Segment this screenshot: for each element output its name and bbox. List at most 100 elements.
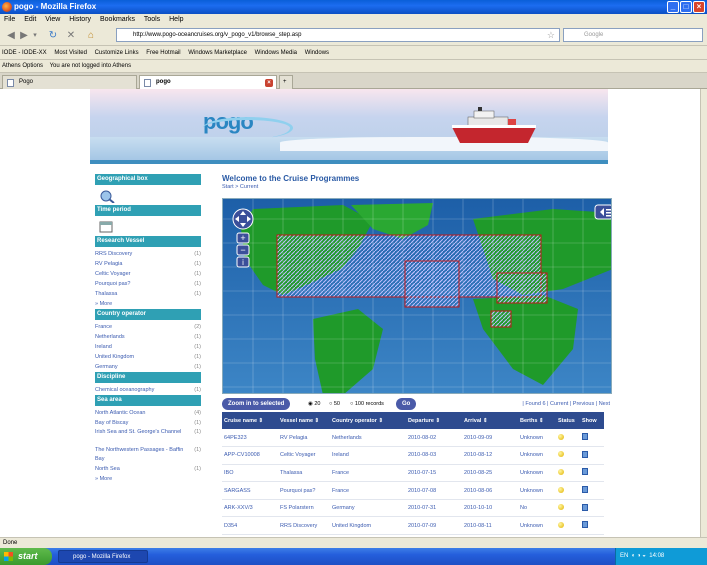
show-on-map-icon[interactable] bbox=[582, 486, 588, 494]
cell-cruise[interactable]: SARGASS bbox=[222, 481, 278, 500]
menu-tools[interactable]: Tools bbox=[144, 16, 160, 23]
sea-item[interactable]: North Atlantic Ocean (4) bbox=[95, 408, 201, 418]
bookmark-item[interactable]: Windows Marketplace bbox=[188, 50, 247, 56]
show-on-map-icon[interactable] bbox=[582, 450, 588, 458]
search-input[interactable]: Google bbox=[563, 28, 703, 42]
menu-bookmarks[interactable]: Bookmarks bbox=[100, 16, 135, 23]
show-on-map-icon[interactable] bbox=[582, 521, 588, 529]
col-berths[interactable]: Berths ⇕ bbox=[518, 412, 556, 429]
back-icon[interactable]: ◀ bbox=[4, 28, 18, 43]
vertical-scrollbar[interactable] bbox=[700, 89, 707, 537]
col-arrival[interactable]: Arrival ⇕ bbox=[462, 412, 518, 429]
go-button[interactable]: Go bbox=[396, 398, 417, 410]
country-count: (2) bbox=[194, 324, 201, 330]
cell-cruise[interactable]: IBO bbox=[222, 464, 278, 483]
home-icon[interactable]: ⌂ bbox=[84, 28, 98, 43]
tray-icons[interactable]: ◐ ◑ ◒ bbox=[632, 553, 646, 559]
bookmark-item[interactable]: IODE - IODE-XX bbox=[2, 50, 47, 56]
address-bar[interactable]: http://www.pogo-oceancruises.org/v_pogo_… bbox=[116, 28, 560, 42]
layer-switcher-icon[interactable] bbox=[594, 204, 612, 220]
table-row[interactable]: APP-CV10008 Celtic Voyager Ireland 2010-… bbox=[222, 446, 604, 465]
tab-pogo-1[interactable]: Pogo bbox=[2, 75, 137, 89]
map-canvas[interactable]: + − i bbox=[223, 199, 612, 394]
table-row[interactable]: 64PE323 RV Pelagia Netherlands 2010-08-0… bbox=[222, 429, 604, 448]
cell-departure: 2010-08-03 bbox=[406, 446, 462, 465]
start-button[interactable]: start bbox=[0, 548, 52, 565]
table-row[interactable]: D354 RRS Discovery United Kingdom 2010-0… bbox=[222, 516, 604, 536]
bookmark-star-icon[interactable]: ☆ bbox=[547, 29, 555, 41]
table-row[interactable]: ARK-XXV/3 FS Polarstern Germany 2010-07-… bbox=[222, 499, 604, 518]
tab-pogo-2[interactable]: pogo × bbox=[139, 75, 277, 89]
country-item[interactable]: United Kingdom (1) bbox=[95, 352, 201, 362]
sea-item[interactable]: The Northwestern Passages - Baffin Bay (1… bbox=[95, 446, 201, 464]
sea-item[interactable]: Irish Sea and St. George's Channel (1) bbox=[95, 428, 201, 446]
col-departure[interactable]: Departure ⇕ bbox=[406, 412, 462, 429]
cruise-area[interactable] bbox=[404, 260, 460, 308]
stop-icon[interactable]: ✕ bbox=[64, 28, 78, 43]
country-item[interactable]: France (2) bbox=[95, 322, 201, 332]
taskbar-firefox-item[interactable]: pogo - Mozilla Firefox bbox=[58, 550, 148, 563]
show-on-map-icon[interactable] bbox=[582, 503, 588, 511]
menu-file[interactable]: File bbox=[4, 16, 15, 23]
show-on-map-icon[interactable] bbox=[582, 468, 588, 476]
col-vessel-name[interactable]: Vessel name ⇕ bbox=[278, 412, 330, 429]
col-status[interactable]: Status bbox=[556, 412, 580, 429]
forward-icon[interactable]: ▶ bbox=[18, 28, 30, 43]
menu-history[interactable]: History bbox=[69, 16, 91, 23]
minimize-button[interactable]: _ bbox=[667, 1, 679, 13]
bookmark-item[interactable]: Windows Media bbox=[255, 50, 297, 56]
cruise-area[interactable] bbox=[496, 272, 548, 304]
magnifier-globe-icon[interactable] bbox=[99, 189, 115, 203]
pagination-info[interactable]: | Found 6 | Current | Previous | Next bbox=[522, 397, 610, 411]
tab-label: pogo bbox=[156, 79, 171, 85]
menu-view[interactable]: View bbox=[45, 16, 60, 23]
records-20-radio[interactable]: ◉ 20 bbox=[308, 397, 320, 411]
menu-help[interactable]: Help bbox=[169, 16, 183, 23]
seas-more-link[interactable]: » More bbox=[95, 474, 201, 484]
cell-cruise[interactable]: 64PE323 bbox=[222, 429, 278, 448]
country-item[interactable]: Ireland (1) bbox=[95, 342, 201, 352]
col-country-operator[interactable]: Country operator ⇕ bbox=[330, 412, 406, 429]
breadcrumb[interactable]: Start > Current bbox=[222, 184, 258, 190]
windows-flag-icon bbox=[4, 552, 13, 561]
sea-item[interactable]: North Sea (1) bbox=[95, 464, 201, 474]
vessel-item[interactable]: RRS Discovery (1) bbox=[95, 249, 201, 259]
vessel-item[interactable]: Celtic Voyager (1) bbox=[95, 269, 201, 279]
vessel-item[interactable]: RV Pelagia (1) bbox=[95, 259, 201, 269]
vessels-more-link[interactable]: » More bbox=[95, 299, 201, 309]
cell-show bbox=[580, 446, 604, 465]
discipline-item[interactable]: Chemical oceanography (1) bbox=[95, 385, 201, 395]
country-item[interactable]: Netherlands (1) bbox=[95, 332, 201, 342]
menu-edit[interactable]: Edit bbox=[24, 16, 36, 23]
zoom-to-selected-button[interactable]: Zoom in to selected bbox=[222, 398, 291, 410]
tab-close-icon[interactable]: × bbox=[265, 79, 273, 87]
pogo-logo[interactable]: pogo bbox=[203, 109, 293, 143]
cell-cruise[interactable]: D354 bbox=[222, 516, 278, 536]
history-dropdown-icon[interactable]: ▾ bbox=[31, 28, 39, 43]
bookmark-item[interactable]: Customize Links bbox=[95, 50, 139, 56]
col-cruise-name[interactable]: Cruise name ⇕ bbox=[222, 412, 278, 429]
cell-cruise[interactable]: APP-CV10008 bbox=[222, 446, 278, 465]
maximize-button[interactable]: □ bbox=[680, 1, 692, 13]
vessel-item[interactable]: Pourquoi pas? (1) bbox=[95, 279, 201, 289]
new-tab-button[interactable]: + bbox=[279, 75, 293, 89]
vessel-item[interactable]: Thalassa (1) bbox=[95, 289, 201, 299]
reload-icon[interactable]: ↻ bbox=[46, 28, 60, 43]
show-on-map-icon[interactable] bbox=[582, 433, 588, 441]
country-item[interactable]: Germany (1) bbox=[95, 362, 201, 372]
table-row[interactable]: SARGASS Pourquoi pas? France 2010-07-08 … bbox=[222, 481, 604, 500]
bookmark-item[interactable]: Most Visited bbox=[54, 50, 87, 56]
records-50-radio[interactable]: ○ 50 bbox=[329, 397, 340, 411]
sea-item[interactable]: Bay of Biscay (1) bbox=[95, 418, 201, 428]
records-100-radio[interactable]: ○ 100 records bbox=[350, 397, 384, 411]
language-indicator[interactable]: EN bbox=[620, 553, 628, 559]
bookmark-item[interactable]: Free Hotmail bbox=[146, 50, 180, 56]
table-row[interactable]: IBO Thalassa France 2010-07-15 2010-08-2… bbox=[222, 464, 604, 483]
cell-cruise[interactable]: ARK-XXV/3 bbox=[222, 499, 278, 518]
bookmark-item[interactable]: Windows bbox=[305, 50, 329, 56]
cruise-map[interactable]: + − i bbox=[222, 198, 612, 394]
cruise-area[interactable] bbox=[490, 310, 512, 328]
athens-options-button[interactable]: Athens Options bbox=[2, 63, 43, 69]
calendar-icon[interactable] bbox=[99, 221, 113, 233]
close-button[interactable]: × bbox=[693, 1, 705, 13]
